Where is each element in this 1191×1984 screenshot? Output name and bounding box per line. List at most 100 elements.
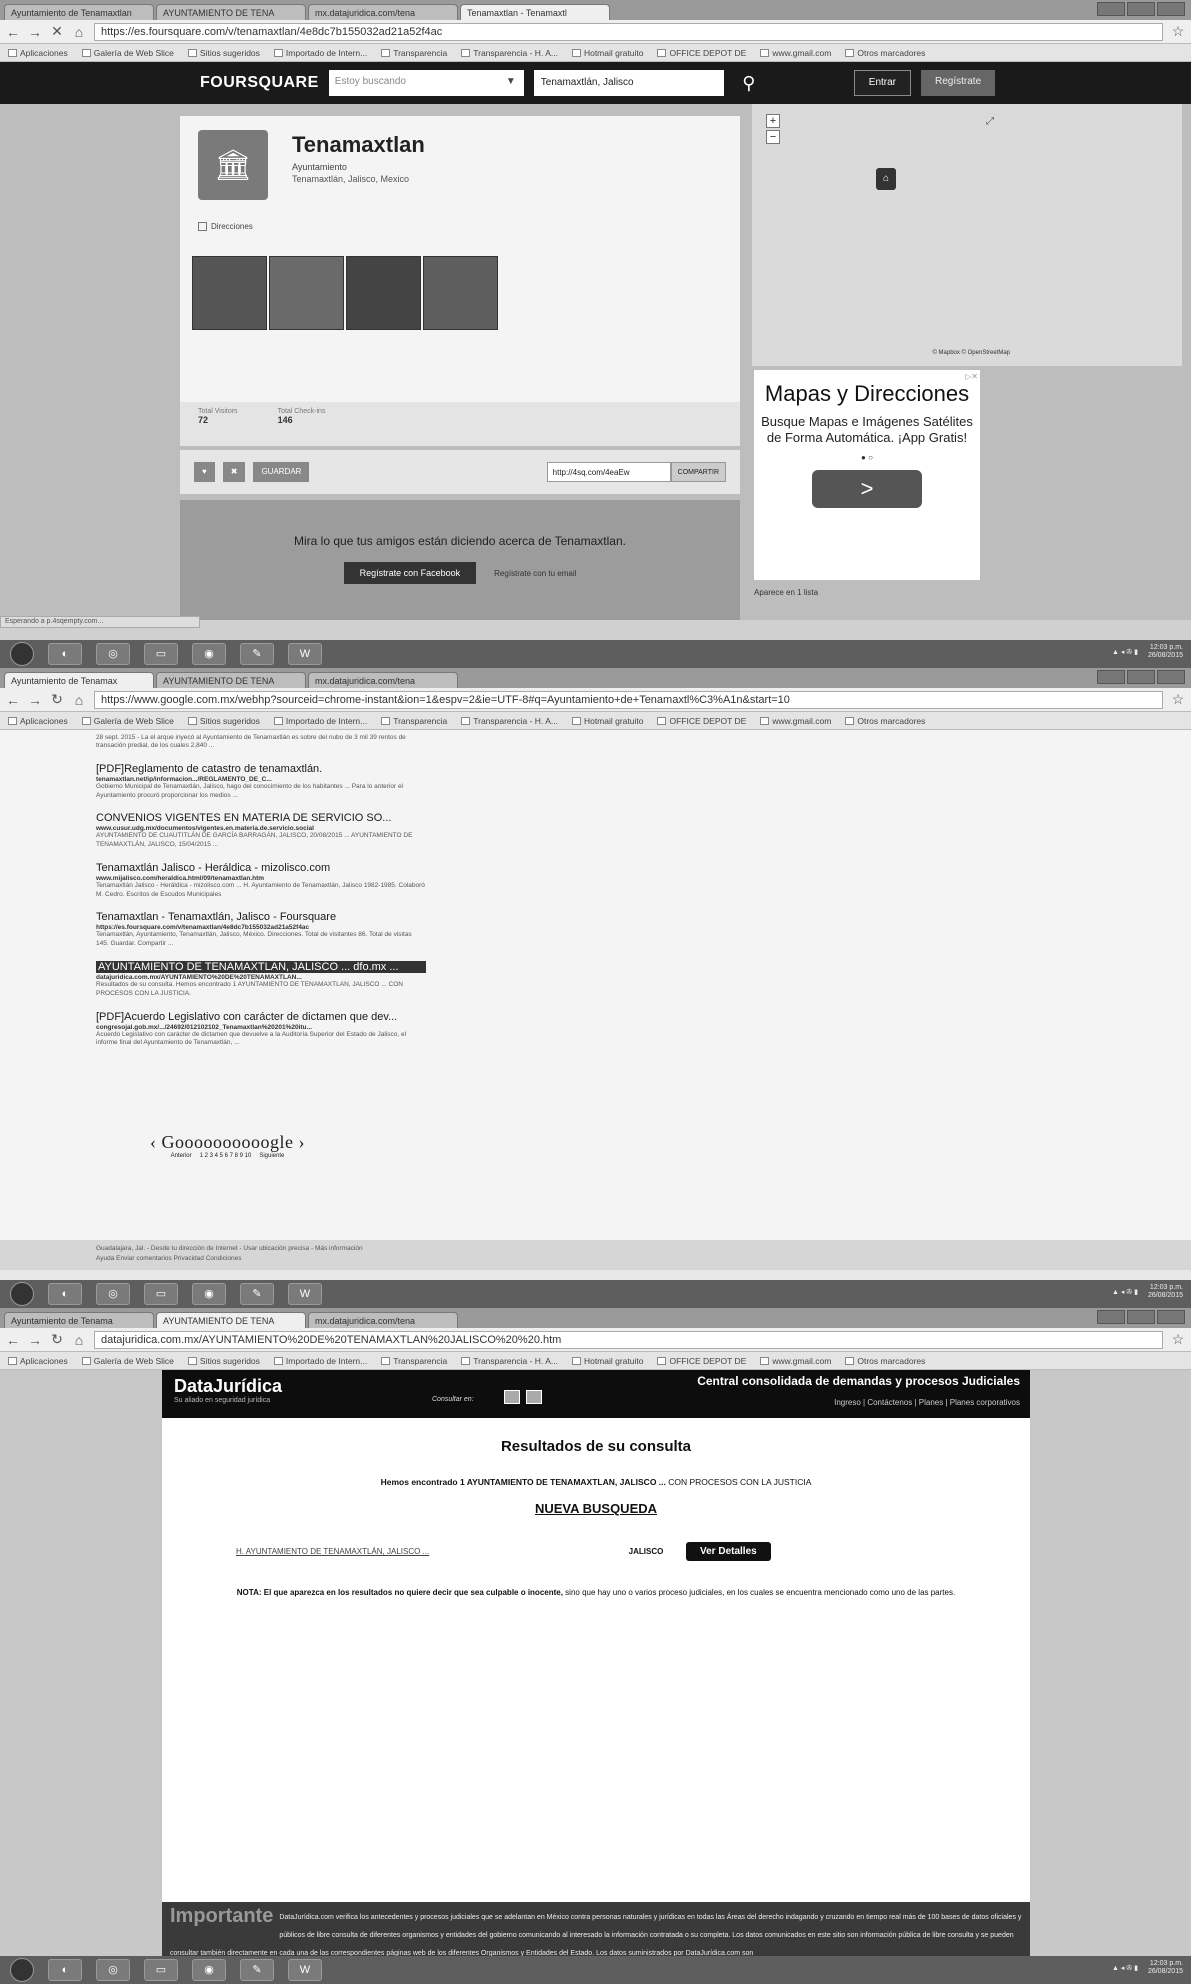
tab[interactable]: AYUNTAMIENTO DE TENA xyxy=(156,672,306,688)
share-url-field[interactable]: http://4sq.com/4eaEw xyxy=(546,462,671,482)
like-button[interactable]: ♥ xyxy=(194,462,215,482)
folder-icon[interactable]: ▭ xyxy=(144,643,178,665)
maximize-button[interactable] xyxy=(1127,2,1155,16)
result-title[interactable]: Tenamaxtlán Jalisco - Heráldica - mizoli… xyxy=(96,862,426,874)
map-pin-icon[interactable]: ⌂ xyxy=(876,168,896,190)
search-icon[interactable]: ⚲ xyxy=(734,73,764,94)
explorer-icon[interactable]: ◐ xyxy=(48,1283,82,1305)
folder-icon[interactable]: ▭ xyxy=(144,1283,178,1305)
url-field[interactable]: https://es.foursquare.com/v/tenamaxtlan/… xyxy=(94,22,1163,41)
login-button[interactable]: Entrar xyxy=(853,70,912,96)
new-search-link[interactable]: NUEVA BUSQUEDA xyxy=(162,1501,1030,1516)
bookmark[interactable]: Aplicaciones xyxy=(8,48,68,58)
bookmark[interactable]: Transparencia - H. A... xyxy=(461,48,558,58)
minimize-button[interactable] xyxy=(1097,2,1125,16)
start-button[interactable] xyxy=(10,642,34,666)
facebook-signup-button[interactable]: Regístrate con Facebook xyxy=(343,562,477,584)
footer-links[interactable]: Ayuda Enviar comentarios Privacidad Cond… xyxy=(96,1254,1095,1264)
close-button[interactable] xyxy=(1157,2,1185,16)
maximize-button[interactable] xyxy=(1127,670,1155,684)
paint-icon[interactable]: ✎ xyxy=(240,643,274,665)
media-icon[interactable]: ◎ xyxy=(96,643,130,665)
bookmark[interactable]: Hotmail gratuito xyxy=(571,1356,643,1366)
ad-banner[interactable]: ▷✕ Mapas y Direcciones Busque Mapas e Im… xyxy=(754,370,980,580)
tab[interactable]: Ayuntamiento de Tenama xyxy=(4,1312,154,1328)
minimize-button[interactable] xyxy=(1097,1310,1125,1324)
media-icon[interactable]: ◎ xyxy=(96,1283,130,1305)
folder-icon[interactable]: ▭ xyxy=(144,1959,178,1981)
home-icon[interactable]: ⌂ xyxy=(72,1332,86,1348)
back-icon[interactable]: ← xyxy=(6,692,20,708)
bookmark[interactable]: Galería de Web Slice xyxy=(81,1356,174,1366)
start-button[interactable] xyxy=(10,1282,34,1306)
clock[interactable]: 12:03 p.m. 26/08/2015 xyxy=(1148,644,1183,661)
location-line[interactable]: Guadalajara, Jal. - Desde tu dirección d… xyxy=(96,1244,1095,1254)
tab-active[interactable]: AYUNTAMIENTO DE TENA xyxy=(156,1312,306,1328)
word-icon[interactable]: W xyxy=(288,1959,322,1981)
register-button[interactable]: Regístrate xyxy=(921,70,996,96)
bookmark[interactable]: Hotmail gratuito xyxy=(571,716,643,726)
datajuridica-logo[interactable]: DataJurídica Su aliado en seguridad juríd… xyxy=(174,1376,282,1404)
bookmark[interactable]: Galería de Web Slice xyxy=(81,716,174,726)
bookmark[interactable]: Transparencia - H. A... xyxy=(461,716,558,726)
bookmark[interactable]: www.gmail.com xyxy=(760,1356,831,1366)
tab-active[interactable]: Tenamaxtlan - Tenamaxtl xyxy=(460,4,610,20)
directions-link[interactable]: Direcciones xyxy=(198,222,253,231)
result-title[interactable]: CONVENIOS VIGENTES EN MATERIA DE SERVICI… xyxy=(96,812,426,824)
minimize-button[interactable] xyxy=(1097,670,1125,684)
bookmark[interactable]: Transparencia - H. A... xyxy=(461,1356,558,1366)
chrome-icon[interactable]: ◉ xyxy=(192,1959,226,1981)
location-input[interactable]: Tenamaxtlán, Jalisco xyxy=(533,70,724,96)
result-link[interactable]: H. AYUNTAMIENTO DE TENAMAXTLÁN, JALISCO … xyxy=(236,1547,606,1556)
tab[interactable]: mx.datajuridica.com/tena xyxy=(308,1312,458,1328)
bookmark[interactable]: Transparencia xyxy=(381,48,447,58)
share-button[interactable]: COMPARTIR xyxy=(670,462,726,482)
home-icon[interactable]: ⌂ xyxy=(72,24,86,40)
bookmark[interactable]: Transparencia xyxy=(381,716,447,726)
save-button[interactable]: GUARDAR xyxy=(253,462,310,482)
ad-next-button[interactable]: > xyxy=(812,470,922,509)
ad-close-icon[interactable]: ▷✕ xyxy=(965,372,978,381)
forward-icon[interactable]: → xyxy=(28,24,42,40)
clock[interactable]: 12:03 p.m. 26/08/2015 xyxy=(1148,1960,1183,1977)
back-icon[interactable]: ← xyxy=(6,24,20,40)
clock[interactable]: 12:03 p.m. 26/08/2015 xyxy=(1148,1284,1183,1301)
result-title-highlighted[interactable]: AYUNTAMIENTO DE TENAMAXTLAN, JALISCO ...… xyxy=(96,961,426,973)
prev-page-link[interactable]: Anterior xyxy=(171,1153,192,1159)
zoom-in-button[interactable]: + xyxy=(766,114,780,128)
paint-icon[interactable]: ✎ xyxy=(240,1959,274,1981)
bookmark[interactable]: Transparencia xyxy=(381,1356,447,1366)
venue-photo[interactable] xyxy=(346,256,421,330)
bookmark[interactable]: Sitios sugeridos xyxy=(187,716,260,726)
bookmark[interactable]: Otros marcadores xyxy=(845,1356,925,1366)
chrome-icon[interactable]: ◉ xyxy=(192,1283,226,1305)
tray-icons[interactable]: ▲ ◂ ✇ ▮ xyxy=(1112,1288,1138,1296)
result-title[interactable]: [PDF]Acuerdo Legislativo con carácter de… xyxy=(96,1011,426,1023)
bookmark[interactable]: Importado de Intern... xyxy=(273,48,367,58)
bookmark[interactable]: Otros marcadores xyxy=(845,716,925,726)
url-field[interactable]: https://www.google.com.mx/webhp?sourceid… xyxy=(94,690,1163,709)
map[interactable]: + − ⌂ ⤢ © Mapbox © OpenStreetMap xyxy=(752,104,1182,366)
reload-icon[interactable]: ↻ xyxy=(50,691,64,708)
tab-active[interactable]: Ayuntamiento de Tenamax xyxy=(4,672,154,688)
bookmark[interactable]: Sitios sugeridos xyxy=(187,1356,260,1366)
close-button[interactable] xyxy=(1157,670,1185,684)
bookmark[interactable]: OFFICE DEPOT DE xyxy=(657,716,746,726)
venue-category[interactable]: Ayuntamiento xyxy=(292,162,347,172)
url-field[interactable]: datajuridica.com.mx/AYUNTAMIENTO%20DE%20… xyxy=(94,1330,1163,1349)
word-icon[interactable]: W xyxy=(288,643,322,665)
maximize-button[interactable] xyxy=(1127,1310,1155,1324)
mexico-flag-icon[interactable] xyxy=(504,1390,520,1404)
explorer-icon[interactable]: ◐ xyxy=(48,643,82,665)
bookmark[interactable]: Aplicaciones xyxy=(8,716,68,726)
bookmark[interactable]: www.gmail.com xyxy=(760,716,831,726)
tab[interactable]: Ayuntamiento de Tenamaxtlan xyxy=(4,4,154,20)
venue-photo[interactable] xyxy=(269,256,344,330)
bookmark[interactable]: OFFICE DEPOT DE xyxy=(657,1356,746,1366)
tab[interactable]: AYUNTAMIENTO DE TENA xyxy=(156,4,306,20)
zoom-out-button[interactable]: − xyxy=(766,130,780,144)
page-numbers[interactable]: 1 2 3 4 5 6 7 8 9 10 xyxy=(200,1153,252,1159)
home-icon[interactable]: ⌂ xyxy=(72,692,86,708)
tray-icons[interactable]: ▲ ◂ ✇ ▮ xyxy=(1112,1964,1138,1972)
bookmark[interactable]: Hotmail gratuito xyxy=(571,48,643,58)
